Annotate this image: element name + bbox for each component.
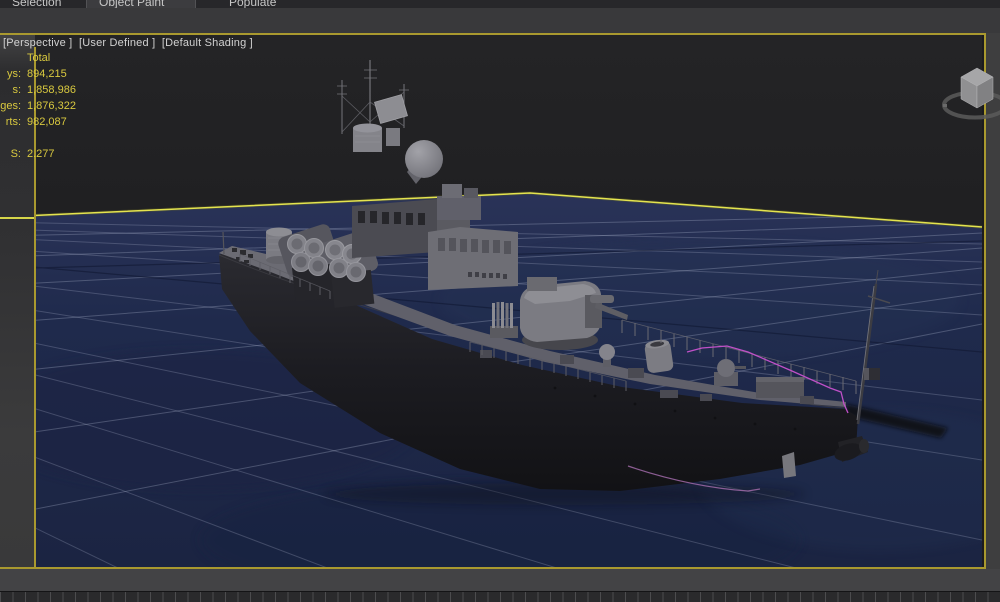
tube-cap: [326, 241, 345, 260]
stats-fps-value: 2.277: [27, 146, 55, 162]
stats-fps-label: S:: [0, 146, 21, 162]
tube-cap: [309, 257, 328, 276]
viewport-label-view[interactable]: [Perspective ]: [3, 37, 72, 49]
viewport-label[interactable]: [Perspective ] [User Defined ] [Default …: [3, 37, 253, 49]
tab-populate[interactable]: Populate: [229, 0, 276, 8]
tube-cap: [347, 263, 366, 282]
viewport-label-lighting[interactable]: [User Defined ]: [79, 37, 155, 49]
stats-polys-value: 894,215: [27, 66, 67, 82]
stats-edges-value: 1,876,322: [27, 98, 76, 114]
stats-polys-label: ys:: [0, 66, 21, 82]
scene-canvas[interactable]: [0, 33, 986, 569]
tab-object-paint[interactable]: Object Paint: [99, 0, 164, 8]
tube-cap: [288, 235, 307, 254]
tube-cap: [330, 259, 349, 278]
stats-edges-label: ges:: [0, 98, 21, 114]
tab-selection[interactable]: Selection: [12, 0, 61, 8]
stats-verts-label: rts:: [0, 114, 21, 130]
ribbon-tab-bar: Selection Object Paint Populate: [0, 0, 1000, 8]
tube-cap: [292, 253, 311, 272]
funnel: [644, 338, 674, 373]
stats-tris-value: 1,858,986: [27, 82, 76, 98]
view-cube[interactable]: [940, 55, 1000, 125]
view-cube-body[interactable]: [961, 68, 993, 108]
viewport-label-shading[interactable]: [Default Shading ]: [162, 37, 253, 49]
status-strip: [0, 569, 1000, 591]
stats-tris-label: s:: [0, 82, 21, 98]
left-viewport-horizon-line: [0, 217, 35, 219]
timeline-track-bar[interactable]: [0, 591, 1000, 602]
stats-header: Total: [27, 50, 50, 66]
stats-verts-value: 982,087: [27, 114, 67, 130]
